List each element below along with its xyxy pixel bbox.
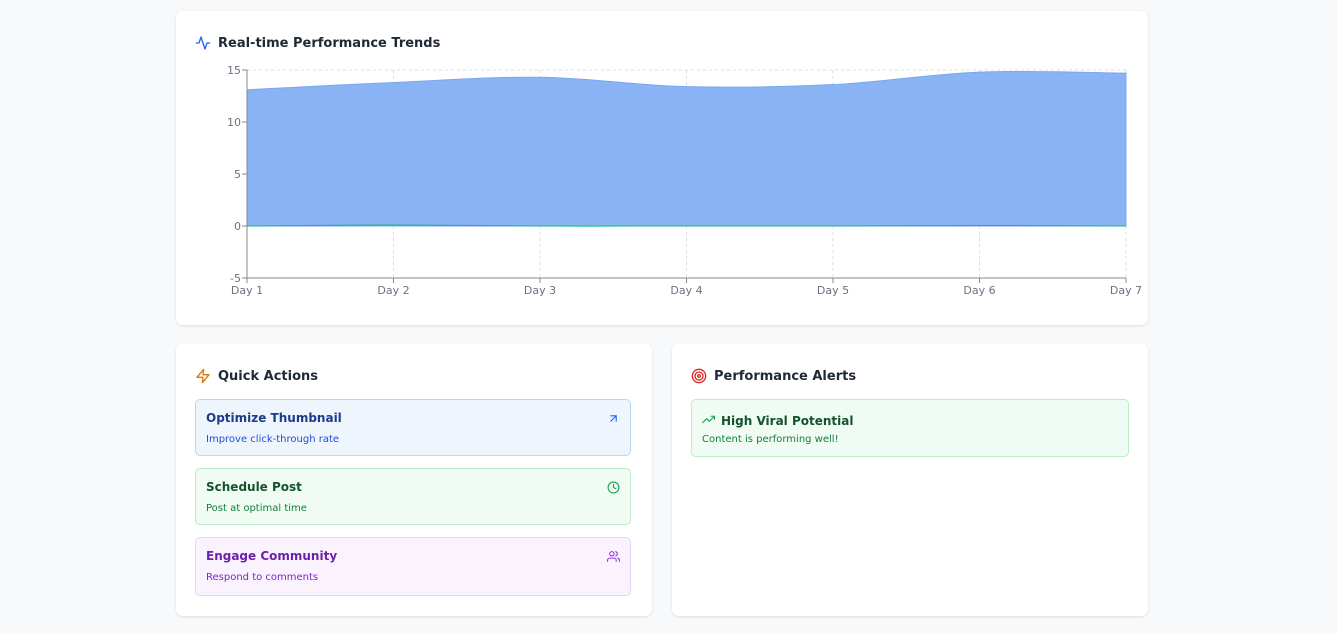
- trending-up-icon: [702, 411, 715, 430]
- schedule-post-button[interactable]: Schedule Post Post at optimal time: [195, 468, 631, 525]
- performance-alerts-card: Performance Alerts High Viral Potential …: [672, 344, 1148, 616]
- quick-actions-card: Quick Actions Optimize Thumbnail Improve…: [176, 344, 652, 616]
- y-tick-label: 0: [234, 220, 241, 233]
- engage-community-button[interactable]: Engage Community Respond to comments: [195, 537, 631, 596]
- x-tick-label: Day 3: [524, 284, 556, 297]
- quick-actions-header: Quick Actions: [195, 366, 318, 386]
- alert-header: High Viral Potential: [702, 411, 853, 430]
- area-series-1: [246, 70, 1127, 227]
- y-tick-label: 5: [234, 168, 241, 181]
- x-tick-label: Day 1: [231, 284, 263, 297]
- quick-actions-title: Quick Actions: [218, 368, 319, 384]
- performance-trends-chart: -5051015Day 1 Day 2 Day 3 Day 4 Day 5 Day 6 Da…: [227, 64, 1142, 297]
- x-tick-label: Day 6: [963, 284, 995, 297]
- arrow-up-right-icon: [607, 412, 620, 425]
- y-tick-label: 10: [227, 116, 241, 129]
- alert-item: High Viral Potential Content is performi…: [691, 399, 1129, 457]
- performance-alerts-header: Performance Alerts: [691, 366, 856, 386]
- target-icon: [691, 368, 707, 384]
- alert-message: Content is performing well!: [702, 434, 839, 445]
- users-icon: [607, 550, 620, 563]
- action-subtitle: Post at optimal time: [206, 503, 307, 514]
- x-tick-label: Day 2: [377, 284, 409, 297]
- action-subtitle: Respond to comments: [206, 572, 319, 583]
- optimize-thumbnail-button[interactable]: Optimize Thumbnail Improve click-through…: [195, 399, 631, 456]
- action-title: Schedule Post: [206, 480, 302, 494]
- performance-trends-card: Real-time Performance Trends -5 0 5 10 15 Day…: [176, 11, 1148, 325]
- alert-title: High Viral Potential: [721, 413, 854, 428]
- x-tick-label: Day 7: [1110, 284, 1142, 297]
- y-tick-label: 15: [227, 64, 241, 77]
- lightning-icon: [195, 368, 211, 384]
- performance-alerts-title: Performance Alerts: [714, 368, 857, 384]
- action-title: Optimize Thumbnail: [206, 411, 342, 425]
- clock-icon: [607, 481, 620, 494]
- x-tick-label: Day 5: [817, 284, 849, 297]
- x-tick-label: Day 4: [670, 284, 702, 297]
- action-subtitle: Improve click-through rate: [206, 434, 340, 445]
- action-title: Engage Community: [206, 549, 338, 563]
